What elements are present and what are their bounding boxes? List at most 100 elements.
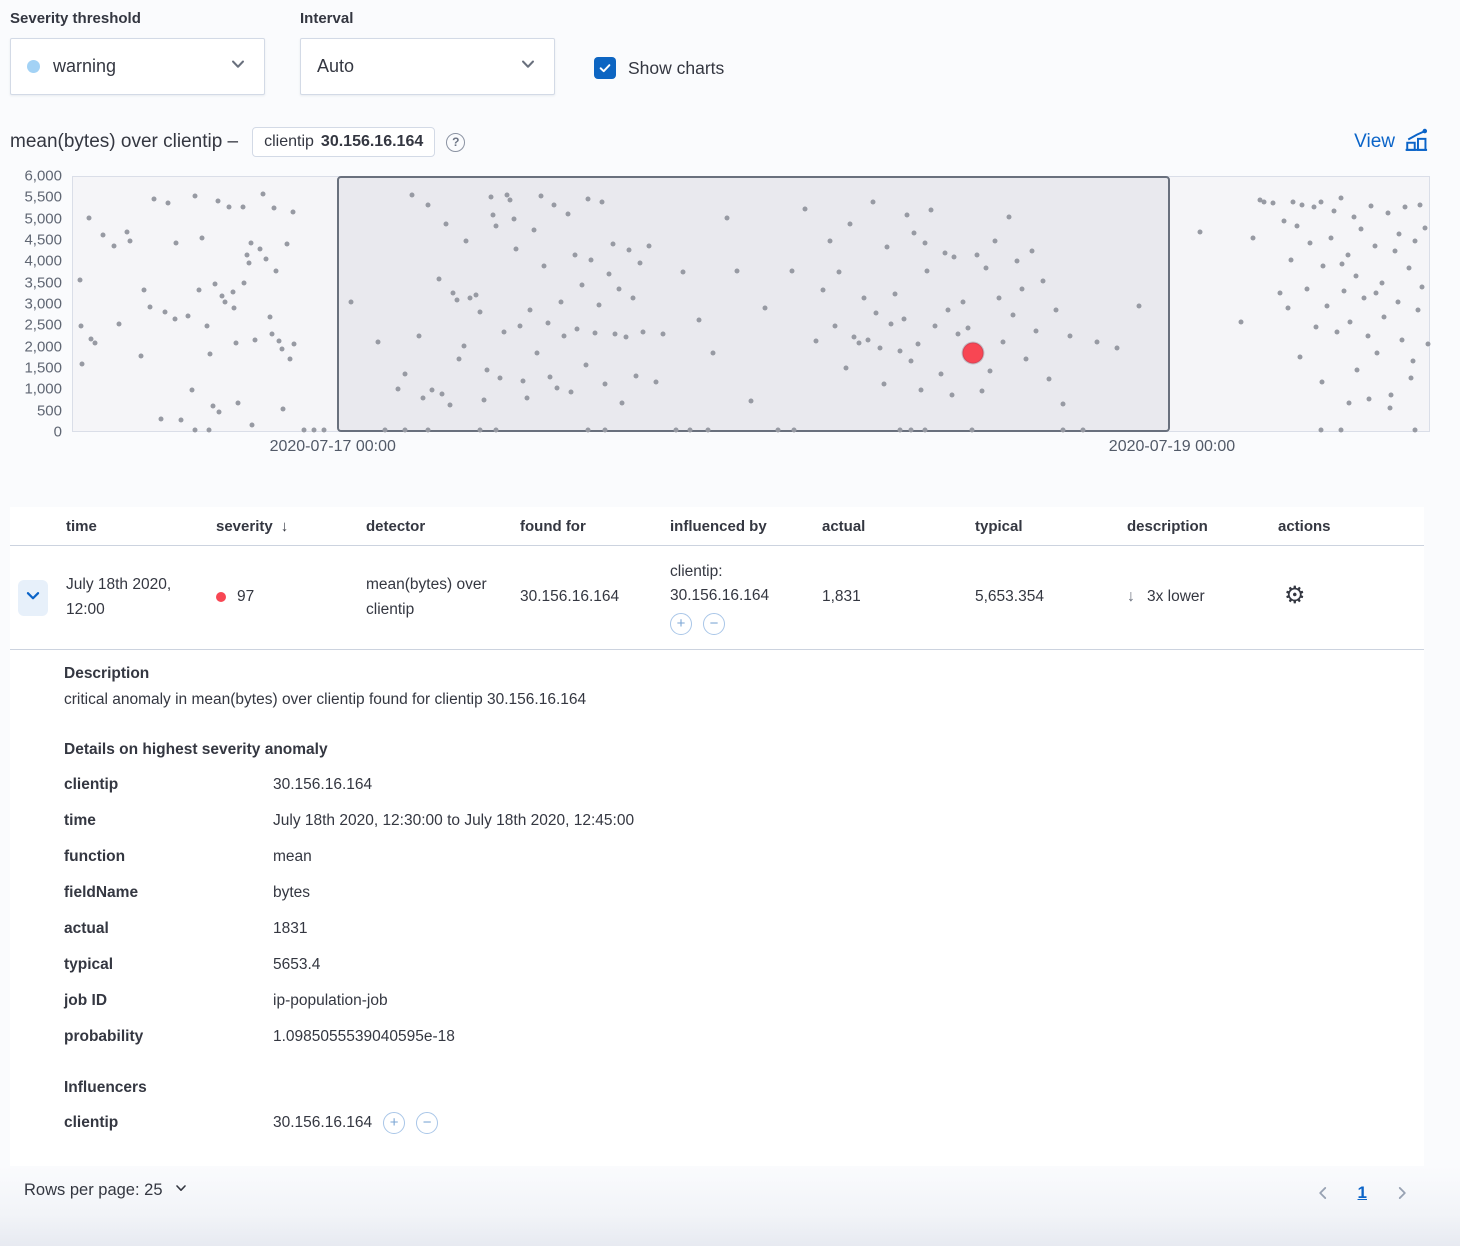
cell-time: July 18th 2020, 12:00 <box>66 573 216 621</box>
scatter-point <box>244 252 249 257</box>
remove-filter-icon[interactable]: − <box>416 1112 438 1134</box>
view-link[interactable]: View <box>1354 128 1430 157</box>
chart-header: mean(bytes) over clientip – clientip 30.… <box>10 127 1430 157</box>
gear-icon[interactable]: ⚙ <box>1284 584 1306 608</box>
table-header-row: time severity ↓ detector found for influ… <box>10 507 1424 546</box>
scatter-point <box>222 299 227 304</box>
detail-row: job IDip-population-job <box>64 983 1384 1019</box>
scatter-point <box>274 268 279 273</box>
chart-title: mean(bytes) over clientip – <box>10 131 238 153</box>
collapse-row-button[interactable] <box>18 580 48 616</box>
scatter-point <box>376 340 381 345</box>
scatter-point <box>843 365 848 370</box>
scatter-point <box>1261 199 1266 204</box>
scatter-point <box>852 334 857 339</box>
scatter-point <box>1029 249 1034 254</box>
scatter-point <box>1285 306 1290 311</box>
add-filter-icon[interactable]: + <box>670 613 692 635</box>
scatter-point <box>552 203 557 208</box>
scatter-point <box>837 269 842 274</box>
scatter-point <box>301 427 306 432</box>
time-selection-band[interactable] <box>337 176 1170 432</box>
chevron-down-icon <box>518 54 538 79</box>
scatter-point <box>877 346 882 351</box>
page-number[interactable]: 1 <box>1358 1183 1367 1203</box>
y-axis-tick-label: 0 <box>54 424 62 441</box>
remove-filter-icon[interactable]: − <box>703 613 725 635</box>
show-charts-checkbox[interactable]: Show charts <box>594 57 724 79</box>
scatter-point <box>1338 427 1343 432</box>
scatter-point <box>507 197 512 202</box>
scatter-point <box>117 322 122 327</box>
scatter-point <box>532 227 537 232</box>
scatter-point <box>190 388 195 393</box>
column-header-time[interactable]: time <box>66 518 216 535</box>
column-header-severity[interactable]: severity ↓ <box>216 518 366 535</box>
scatter-point <box>599 199 604 204</box>
arrow-down-icon: ↓ <box>1127 585 1135 610</box>
scatter-point <box>1420 285 1425 290</box>
scatter-point <box>975 253 980 258</box>
column-header-typical[interactable]: typical <box>975 518 1127 535</box>
scatter-point <box>232 306 237 311</box>
column-header-description[interactable]: description <box>1127 518 1278 535</box>
rows-per-page-selector[interactable]: Rows per page: 25 <box>24 1180 189 1201</box>
scatter-point <box>226 205 231 210</box>
scatter-point <box>100 233 105 238</box>
previous-page-icon[interactable] <box>1310 1180 1336 1206</box>
scatter-point <box>933 324 938 329</box>
description-body: critical anomaly in mean(bytes) over cli… <box>64 691 1384 709</box>
scatter-point <box>970 427 975 432</box>
details-title: Details on highest severity anomaly <box>64 741 1384 759</box>
cell-typical: 5,653.354 <box>975 585 1127 609</box>
scatter-point <box>1346 401 1351 406</box>
scatter-point <box>410 193 415 198</box>
checkbox-check-icon <box>594 57 616 79</box>
scatter-point <box>637 260 642 265</box>
scatter-point <box>647 243 652 248</box>
scatter-point <box>593 330 598 335</box>
sort-descending-icon: ↓ <box>281 518 289 535</box>
visualization-icon <box>1404 128 1430 157</box>
scatter-point <box>464 238 469 243</box>
column-header-detector[interactable]: detector <box>366 518 520 535</box>
influencer-row: clientip 30.156.16.164 + − <box>64 1105 1384 1141</box>
scatter-point <box>1367 397 1372 402</box>
next-page-icon[interactable] <box>1389 1180 1415 1206</box>
scatter-point <box>267 314 272 319</box>
scatter-point <box>898 427 903 432</box>
scatter-point <box>960 299 965 304</box>
anomaly-point[interactable] <box>963 343 984 364</box>
interval-select[interactable]: Auto <box>300 38 555 95</box>
help-icon[interactable]: ? <box>446 133 465 152</box>
scatter-point <box>1288 257 1293 262</box>
scatter-point <box>633 373 638 378</box>
chevron-down-icon <box>173 1180 189 1201</box>
detail-row: timeJuly 18th 2020, 12:30:00 to July 18t… <box>64 803 1384 839</box>
scatter-point <box>240 204 245 209</box>
scatter-point <box>285 241 290 246</box>
column-header-found-for[interactable]: found for <box>520 518 670 535</box>
row-details-panel: Description critical anomaly in mean(byt… <box>10 650 1424 1141</box>
column-header-actual[interactable]: actual <box>822 518 975 535</box>
add-filter-icon[interactable]: + <box>383 1112 405 1134</box>
scatter-point <box>929 207 934 212</box>
scatter-point <box>922 427 927 432</box>
scatter-point <box>270 332 275 337</box>
scatter-point <box>873 311 878 316</box>
entity-field-name: clientip <box>264 133 314 151</box>
scatter-point <box>1416 308 1421 313</box>
scatter-point <box>1368 203 1373 208</box>
scatter-point <box>881 381 886 386</box>
scatter-point <box>165 200 170 205</box>
severity-threshold-select[interactable]: warning <box>10 38 265 95</box>
view-link-label: View <box>1354 131 1395 153</box>
scatter-point <box>1318 199 1323 204</box>
scatter-point <box>207 351 212 356</box>
column-header-influenced-by[interactable]: influenced by <box>670 518 822 535</box>
scatter-point <box>626 247 631 252</box>
scatter-point <box>915 341 920 346</box>
scatter-point <box>290 209 295 214</box>
entity-field-value: 30.156.16.164 <box>321 133 423 151</box>
cell-actions: ⚙ <box>1278 584 1424 611</box>
